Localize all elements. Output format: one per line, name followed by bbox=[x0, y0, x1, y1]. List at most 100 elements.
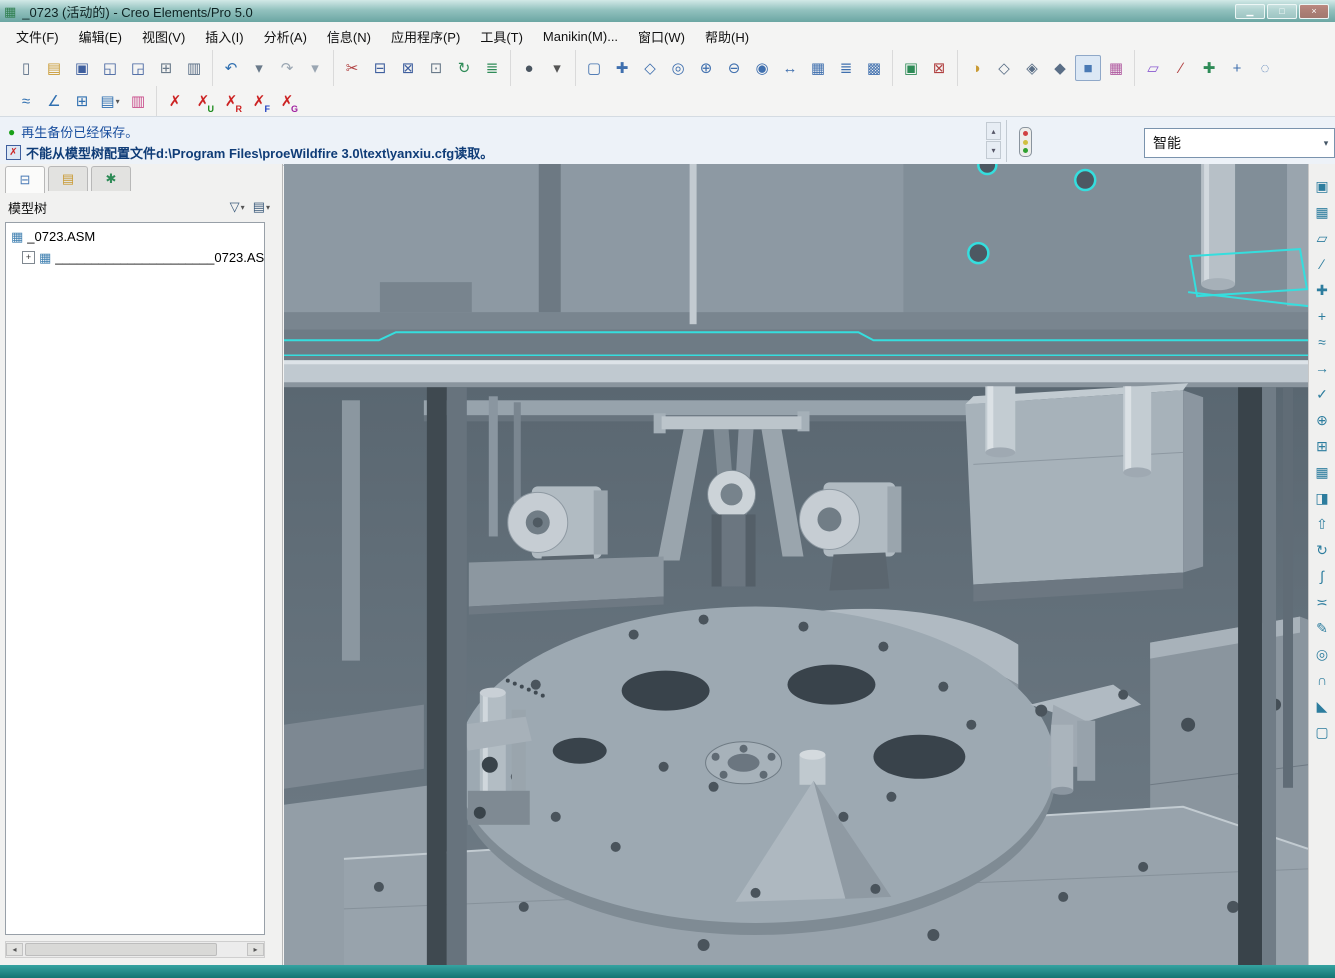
cut-icon[interactable]: ✂ bbox=[339, 55, 365, 81]
menu-item[interactable]: Manikin(M)... bbox=[533, 25, 628, 48]
tree-row-root[interactable]: ▦ _0723.ASM bbox=[6, 226, 264, 247]
pan-icon[interactable]: ↔ bbox=[777, 55, 803, 81]
favorites-tab[interactable]: ✱ bbox=[91, 166, 131, 191]
modelcheck-status-icon[interactable] bbox=[1019, 127, 1032, 157]
menu-item[interactable]: 分析(A) bbox=[254, 23, 317, 50]
style-icon[interactable]: ✎ bbox=[1310, 616, 1334, 640]
scroll-right-icon[interactable]: ▸ bbox=[247, 943, 264, 956]
menu-item[interactable]: 编辑(E) bbox=[69, 23, 132, 50]
spin-center-toggle-icon[interactable]: ◌ bbox=[1252, 55, 1278, 81]
insert-here-icon[interactable]: → bbox=[1310, 356, 1334, 380]
zoom-out-icon[interactable]: ⊖ bbox=[721, 55, 747, 81]
x-toggle-r-icon[interactable]: ✗R bbox=[218, 88, 244, 114]
palette-icon[interactable]: ▦ bbox=[1103, 55, 1129, 81]
x-toggle-u-icon[interactable]: ✗U bbox=[190, 88, 216, 114]
resume-icon[interactable]: ✓ bbox=[1310, 382, 1334, 406]
copy-icon[interactable]: ⊟ bbox=[367, 55, 393, 81]
chamfer-icon[interactable]: ◣ bbox=[1310, 694, 1334, 718]
save-file-icon[interactable]: ▣ bbox=[69, 55, 95, 81]
datum-point-icon[interactable]: ✚ bbox=[1310, 278, 1334, 302]
datum-plane-icon[interactable]: ▱ bbox=[1310, 226, 1334, 250]
menu-item[interactable]: 文件(F) bbox=[6, 23, 69, 50]
hidden-line-icon[interactable]: ◈ bbox=[1019, 55, 1045, 81]
menu-item[interactable]: 插入(I) bbox=[195, 23, 253, 50]
mesh-surface-icon[interactable]: ⊞ bbox=[69, 88, 95, 114]
sweep-icon[interactable]: ∫ bbox=[1310, 564, 1334, 588]
datum-csys-toggle-icon[interactable]: + bbox=[1224, 55, 1250, 81]
graphics-viewport[interactable] bbox=[284, 164, 1308, 965]
selection-filter-combo[interactable]: 智能 ▾ bbox=[1144, 128, 1335, 158]
appearance-gallery-icon[interactable]: ◑ bbox=[963, 55, 989, 81]
grid-display-icon[interactable]: ▦ bbox=[1310, 200, 1334, 224]
copy-document-icon[interactable]: ⊞ bbox=[153, 55, 179, 81]
mirror-component-icon[interactable]: ◨ bbox=[1310, 486, 1334, 510]
spin-center-icon[interactable]: ✚ bbox=[609, 55, 635, 81]
blend-icon[interactable]: ≍ bbox=[1310, 590, 1334, 614]
layers-icon[interactable]: ≣ bbox=[833, 55, 859, 81]
tree-filters-button[interactable]: ▽▾ bbox=[226, 197, 249, 217]
regenerate-icon[interactable]: ↻ bbox=[451, 55, 477, 81]
menu-item[interactable]: 应用程序(P) bbox=[381, 23, 470, 50]
find-icon[interactable]: ◎ bbox=[665, 55, 691, 81]
shaded-icon[interactable]: ■ bbox=[1075, 55, 1101, 81]
render-style-menu-icon[interactable]: ▾ bbox=[544, 55, 570, 81]
measure-icon[interactable]: ∠ bbox=[41, 88, 67, 114]
menu-item[interactable]: 视图(V) bbox=[132, 23, 195, 50]
color-scale-icon[interactable]: ▥ bbox=[125, 88, 151, 114]
extrude-icon[interactable]: ⇧ bbox=[1310, 512, 1334, 536]
redo-icon[interactable]: ↷ bbox=[274, 55, 300, 81]
folder-browser-tab[interactable]: ▤ bbox=[48, 166, 88, 191]
scroll-left-icon[interactable]: ◂ bbox=[6, 943, 23, 956]
redo-menu-icon[interactable]: ▾ bbox=[302, 55, 328, 81]
graph-tool-icon[interactable]: ≈ bbox=[13, 88, 39, 114]
x-toggle-g-icon[interactable]: ✗G bbox=[274, 88, 300, 114]
regenerate-manager-icon[interactable]: ≣ bbox=[479, 55, 505, 81]
close-button[interactable]: × bbox=[1299, 4, 1329, 19]
minimize-button[interactable]: ▁ bbox=[1235, 4, 1265, 19]
named-views-icon[interactable]: ▦ bbox=[805, 55, 831, 81]
maximize-button[interactable]: □ bbox=[1267, 4, 1297, 19]
datum-axis-icon[interactable]: ∕ bbox=[1310, 252, 1334, 276]
datum-planes-toggle-icon[interactable]: ▱ bbox=[1140, 55, 1166, 81]
zoom-in-icon[interactable]: ⊕ bbox=[693, 55, 719, 81]
repaint-icon[interactable]: ▢ bbox=[581, 55, 607, 81]
screen-capture-icon[interactable]: ▣ bbox=[1310, 174, 1334, 198]
datum-points-toggle-icon[interactable]: ✚ bbox=[1196, 55, 1222, 81]
expand-icon[interactable]: + bbox=[22, 251, 35, 264]
no-hidden-icon[interactable]: ◆ bbox=[1047, 55, 1073, 81]
x-toggle-f-icon[interactable]: ✗F bbox=[246, 88, 272, 114]
wireframe-icon[interactable]: ◇ bbox=[991, 55, 1017, 81]
save-copy-icon[interactable]: ◱ bbox=[97, 55, 123, 81]
menu-item[interactable]: 帮助(H) bbox=[695, 23, 759, 50]
model-tree-tab[interactable]: ⊟ bbox=[5, 166, 45, 193]
message-down-icon[interactable]: ▾ bbox=[986, 141, 1001, 159]
menu-item[interactable]: 工具(T) bbox=[470, 23, 533, 50]
datum-axes-toggle-icon[interactable]: ∕ bbox=[1168, 55, 1194, 81]
datum-curve-icon[interactable]: ≈ bbox=[1310, 330, 1334, 354]
refit-icon[interactable]: ◉ bbox=[749, 55, 775, 81]
backup-icon[interactable]: ◲ bbox=[125, 55, 151, 81]
paste-icon[interactable]: ⊠ bbox=[395, 55, 421, 81]
print-icon[interactable]: ▥ bbox=[181, 55, 207, 81]
view-manager-icon[interactable]: ▩ bbox=[861, 55, 887, 81]
message-up-icon[interactable]: ▴ bbox=[986, 122, 1001, 140]
scrollbar-thumb[interactable] bbox=[25, 943, 217, 956]
menu-item[interactable]: 窗口(W) bbox=[628, 23, 695, 50]
saved-analyses-icon[interactable]: ▤▾ bbox=[97, 88, 123, 114]
shaded-sphere-icon[interactable]: ● bbox=[516, 55, 542, 81]
create-component-icon[interactable]: ⊞ bbox=[1310, 434, 1334, 458]
round-icon[interactable]: ∩ bbox=[1310, 668, 1334, 692]
assemble-component-icon[interactable]: ⊕ bbox=[1310, 408, 1334, 432]
tree-row-child[interactable]: + ▦ ______________________0723.ASM bbox=[6, 247, 264, 268]
pattern-icon[interactable]: ▦ bbox=[1310, 460, 1334, 484]
paste-special-icon[interactable]: ⊡ bbox=[423, 55, 449, 81]
tree-settings-button[interactable]: ▤▾ bbox=[249, 197, 274, 217]
orient-mode-icon[interactable]: ◇ bbox=[637, 55, 663, 81]
close-window-icon[interactable]: ⊠ bbox=[926, 55, 952, 81]
undo-menu-icon[interactable]: ▾ bbox=[246, 55, 272, 81]
hole-icon[interactable]: ◎ bbox=[1310, 642, 1334, 666]
menu-item[interactable]: 信息(N) bbox=[317, 23, 381, 50]
activate-window-icon[interactable]: ▣ bbox=[898, 55, 924, 81]
coordinate-system-icon[interactable]: + bbox=[1310, 304, 1334, 328]
undo-icon[interactable]: ↶ bbox=[218, 55, 244, 81]
